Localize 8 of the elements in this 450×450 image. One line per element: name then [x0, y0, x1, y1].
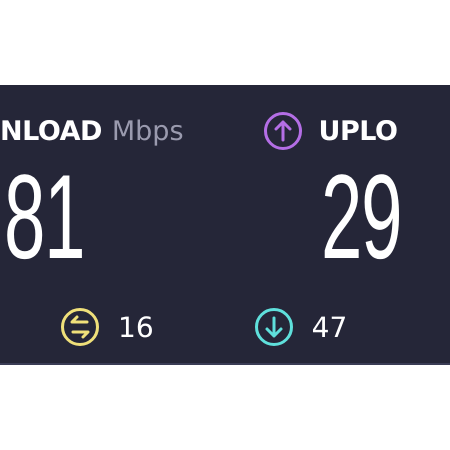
upload-label: UPLO: [318, 116, 398, 146]
download-label: NLOAD: [0, 116, 102, 146]
upload-icon: [262, 111, 303, 151]
ping-value: 16: [118, 310, 154, 344]
upload-speed: 29: [320, 157, 401, 277]
download-value: 47: [312, 310, 348, 344]
unit-label: Mbps: [112, 116, 184, 146]
download-speed: 81: [4, 157, 84, 277]
